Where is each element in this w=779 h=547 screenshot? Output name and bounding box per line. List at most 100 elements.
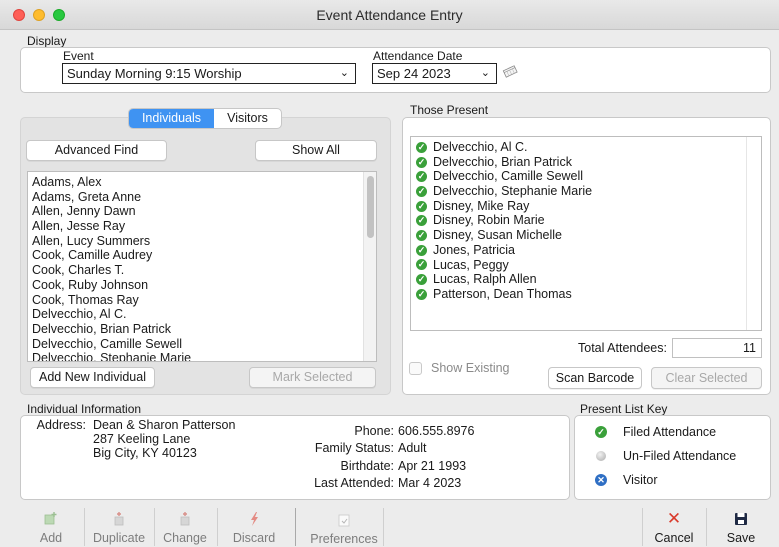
filed-check-icon: ✓ — [416, 200, 427, 212]
discard-toolbar-button[interactable]: Discard — [228, 511, 280, 545]
change-icon — [160, 511, 210, 527]
key-filed-label: Filed Attendance — [623, 425, 717, 439]
show-existing-label: Show Existing — [431, 361, 510, 375]
attendance-date-select[interactable]: Sep 24 2023 ⌄ — [372, 63, 497, 84]
present-list-item[interactable]: ✓ Jones, Patricia — [411, 243, 761, 258]
individuals-list[interactable]: Adams, Alex Adams, Greta Anne Allen, Jenny… — [27, 171, 377, 362]
toolbar-separator — [84, 508, 85, 546]
filed-check-icon: ✓ — [416, 171, 427, 183]
present-list-item[interactable]: ✓ Delvecchio, Camille Sewell — [411, 169, 761, 184]
individual-list-item[interactable]: Cook, Ruby Johnson — [28, 278, 376, 293]
preferences-toolbar-button[interactable]: Preferences — [307, 512, 381, 546]
individual-list-item[interactable]: Delvecchio, Brian Patrick — [28, 322, 376, 337]
save-floppy-icon — [718, 511, 764, 527]
individual-list-item[interactable]: Allen, Jenny Dawn — [28, 204, 376, 219]
tab-visitors[interactable]: Visitors — [214, 109, 281, 128]
present-name: Disney, Susan Michelle — [433, 228, 562, 243]
key-visitor: ✕ Visitor — [595, 473, 658, 487]
add-record-icon — [34, 511, 68, 527]
scan-barcode-button[interactable]: Scan Barcode — [548, 367, 642, 389]
key-unfiled-label: Un-Filed Attendance — [623, 449, 737, 463]
present-list[interactable]: ✓ Delvecchio, Al C. ✓ Delvecchio, Brian Pat… — [410, 136, 762, 331]
birthdate-value: Apr 21 1993 — [398, 459, 467, 473]
add-toolbar-button[interactable]: Add — [34, 511, 68, 545]
event-select-value: Sunday Morning 9:15 Worship — [67, 66, 242, 81]
filed-check-icon: ✓ — [416, 288, 427, 300]
filed-check-icon: ✓ — [416, 244, 427, 256]
calendar-icon[interactable] — [502, 64, 518, 78]
cancel-toolbar-button[interactable]: ✕ Cancel — [650, 510, 698, 545]
add-new-individual-button[interactable]: Add New Individual — [30, 367, 155, 388]
chevron-down-icon: ⌄ — [480, 67, 490, 79]
filed-check-icon: ✓ — [416, 274, 427, 286]
filed-check-icon: ✓ — [416, 141, 427, 153]
duplicate-icon — [90, 511, 148, 527]
clear-selected-button[interactable]: Clear Selected — [651, 367, 762, 389]
preferences-icon — [307, 512, 381, 528]
present-list-item[interactable]: ✓ Lucas, Peggy — [411, 258, 761, 273]
title-bar: Event Attendance Entry — [0, 0, 779, 30]
duplicate-toolbar-button[interactable]: Duplicate — [90, 511, 148, 545]
filed-check-icon: ✓ — [595, 426, 607, 438]
present-list-item[interactable]: ✓ Delvecchio, Stephanie Marie — [411, 184, 761, 199]
event-select[interactable]: Sunday Morning 9:15 Worship ⌄ — [62, 63, 356, 84]
present-list-item[interactable]: ✓ Delvecchio, Brian Patrick — [411, 155, 761, 170]
lightning-icon — [228, 511, 280, 527]
individual-info-label: Individual Information — [27, 402, 142, 416]
individual-list-item[interactable]: Allen, Lucy Summers — [28, 234, 376, 249]
present-name: Lucas, Peggy — [433, 257, 509, 272]
attendance-date-label: Attendance Date — [373, 49, 463, 63]
individual-list-item[interactable]: Adams, Alex — [28, 175, 376, 190]
individual-list-item[interactable]: Cook, Charles T. — [28, 263, 376, 278]
key-unfiled: Un-Filed Attendance — [595, 449, 736, 463]
key-filed: ✓ Filed Attendance — [595, 425, 716, 439]
filed-check-icon: ✓ — [416, 259, 427, 271]
present-name: Lucas, Ralph Allen — [433, 272, 537, 287]
individual-list-item[interactable]: Allen, Jesse Ray — [28, 219, 376, 234]
present-name: Disney, Robin Marie — [433, 213, 545, 228]
chevron-down-icon: ⌄ — [339, 67, 349, 79]
show-existing-checkbox[interactable] — [409, 362, 422, 375]
address-line-3: Big City, KY 40123 — [93, 446, 197, 460]
present-list-item[interactable]: ✓ Disney, Mike Ray — [411, 199, 761, 214]
show-all-button[interactable]: Show All — [255, 140, 377, 161]
tab-individuals[interactable]: Individuals — [129, 109, 214, 128]
present-list-item[interactable]: ✓ Lucas, Ralph Allen — [411, 272, 761, 287]
present-list-item[interactable]: ✓ Disney, Susan Michelle — [411, 228, 761, 243]
present-list-item[interactable]: ✓ Disney, Robin Marie — [411, 213, 761, 228]
present-name: Patterson, Dean Thomas — [433, 286, 572, 301]
individual-list-item[interactable]: Cook, Thomas Ray — [28, 293, 376, 308]
present-list-item[interactable]: ✓ Delvecchio, Al C. — [411, 140, 761, 155]
individuals-scrollbar-thumb[interactable] — [367, 176, 374, 238]
address-label: Address: — [36, 418, 86, 432]
individual-list-item[interactable]: Cook, Camille Audrey — [28, 248, 376, 263]
individuals-scrollbar[interactable] — [363, 172, 376, 361]
present-scrollbar[interactable] — [746, 137, 761, 330]
advanced-find-button[interactable]: Advanced Find — [26, 140, 167, 161]
present-name: Delvecchio, Camille Sewell — [433, 169, 584, 184]
present-list-item[interactable]: ✓ Patterson, Dean Thomas — [411, 287, 761, 302]
individual-list-item[interactable]: Delvecchio, Stephanie Marie — [28, 351, 376, 361]
window-title: Event Attendance Entry — [316, 7, 463, 23]
key-visitor-label: Visitor — [623, 473, 658, 487]
individual-list-item[interactable]: Adams, Greta Anne — [28, 190, 376, 205]
birthdate-label: Birthdate: — [340, 459, 394, 473]
individual-list-item[interactable]: Delvecchio, Al C. — [28, 307, 376, 322]
toolbar-separator — [383, 508, 384, 546]
family-status-label: Family Status: — [314, 441, 394, 455]
save-toolbar-button[interactable]: Save — [718, 511, 764, 545]
change-toolbar-button[interactable]: Change — [160, 511, 210, 545]
duplicate-label: Duplicate — [92, 531, 146, 545]
visitor-x-icon: ✕ — [595, 474, 607, 486]
present-list-key-label: Present List Key — [580, 402, 668, 416]
lookup-tabs: Individuals Visitors — [128, 108, 282, 129]
preferences-label: Preferences — [310, 532, 378, 546]
toolbar-separator — [295, 508, 296, 546]
total-attendees-field[interactable]: 11 — [672, 338, 762, 358]
mark-selected-button[interactable]: Mark Selected — [249, 367, 376, 388]
present-name: Disney, Mike Ray — [433, 198, 530, 213]
individual-list-item[interactable]: Delvecchio, Camille Sewell — [28, 337, 376, 352]
toolbar-separator — [642, 508, 643, 546]
present-name: Delvecchio, Brian Patrick — [433, 154, 572, 169]
filed-check-icon: ✓ — [416, 156, 427, 168]
